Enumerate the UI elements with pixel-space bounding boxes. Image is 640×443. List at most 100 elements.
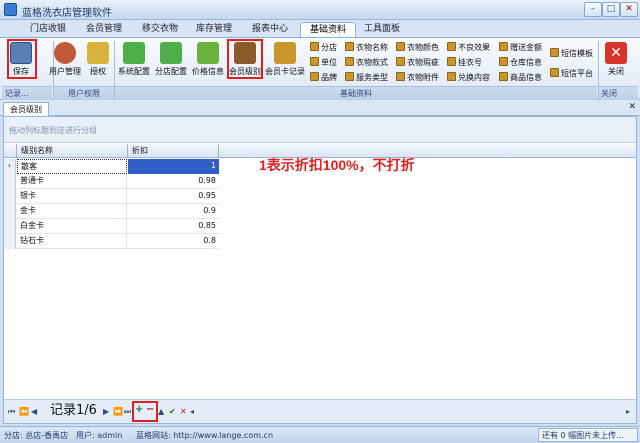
sms-icon <box>550 68 559 77</box>
table-row[interactable]: 白金卡 0.85 <box>4 219 219 234</box>
status-user: 用户: admin <box>76 431 123 440</box>
tab-member-level-doc[interactable]: 会员级别 <box>3 102 49 116</box>
close-window-button[interactable]: ✕ <box>620 2 638 17</box>
store-button[interactable]: 分店 <box>310 41 337 55</box>
sms-icon <box>550 48 559 57</box>
last-record-icon[interactable]: ⏭ <box>124 405 131 419</box>
group-by-panel[interactable]: 拖动列标题到这进行分组 <box>4 117 636 143</box>
level-name-cell[interactable]: 普通卡 <box>17 174 127 189</box>
exchange-icon <box>447 72 456 81</box>
unit-button[interactable]: 单位 <box>310 56 337 70</box>
discount-cell[interactable]: 0.85 <box>128 219 219 234</box>
tab-report-center[interactable]: 报表中心 <box>244 22 296 37</box>
tab-store-checkout[interactable]: 门店收银 <box>22 22 74 37</box>
discount-cell[interactable]: 1 <box>128 159 219 174</box>
product-info-button[interactable]: 商品信息 <box>499 71 542 85</box>
group-caption-basic-data: 基础资料 <box>115 86 597 100</box>
cancel-icon[interactable]: ✕ <box>180 405 187 419</box>
table-row[interactable]: 钻石卡 0.8 <box>4 234 219 249</box>
clothes-flaw-button[interactable]: 衣物瑕疵 <box>396 56 439 70</box>
system-config-button[interactable]: 系统配置 <box>117 40 151 84</box>
tab-inventory[interactable]: 库存管理 <box>188 22 240 37</box>
title-bar: 蓝格洗衣店管理软件 – □ ✕ <box>0 0 640 20</box>
gift-amount-button[interactable]: 赠送金额 <box>499 41 542 55</box>
color-icon <box>396 42 405 51</box>
row-indicator <box>4 219 16 234</box>
brand-button[interactable]: 品牌 <box>310 71 337 85</box>
level-name-cell[interactable]: 白金卡 <box>17 219 127 234</box>
tab-transfer-clothes[interactable]: 移交衣物 <box>134 22 186 37</box>
table-row[interactable]: 金卡 0.9 <box>4 204 219 219</box>
clothes-name-button[interactable]: 衣物名称 <box>345 41 388 55</box>
table-row[interactable]: › 散客 1 <box>4 159 219 174</box>
highlight-member-level <box>227 39 263 79</box>
flaw-icon <box>396 57 405 66</box>
warehouse-info-button[interactable]: 仓库信息 <box>499 56 542 70</box>
next-page-icon[interactable]: ⏩ <box>113 405 123 419</box>
discount-cell[interactable]: 0.9 <box>128 204 219 219</box>
effect-icon <box>447 42 456 51</box>
table-row[interactable]: 银卡 0.95 <box>4 189 219 204</box>
next-record-icon[interactable]: ▶ <box>103 405 109 419</box>
member-card-record-button[interactable]: 会员卡记录 <box>264 40 306 84</box>
level-name-cell[interactable]: 银卡 <box>17 189 127 204</box>
edit-record-icon[interactable]: ▲ <box>158 405 164 419</box>
blocks-icon <box>160 42 182 64</box>
gift-icon <box>499 42 508 51</box>
bad-effect-button[interactable]: 不良效果 <box>447 41 490 55</box>
clothes-style-button[interactable]: 衣物款式 <box>345 56 388 70</box>
menu-tab-bar: 门店收银 会员管理 移交衣物 库存管理 报表中心 基础资料 工具面板 <box>0 20 640 37</box>
clothes-color-button[interactable]: 衣物颜色 <box>396 41 439 55</box>
close-module-button[interactable]: ✕ 关闭 <box>603 40 629 84</box>
data-navigator: ⏮ ⏪ ◀ 记录1/6 ▶ ⏩ ⏭ + − ▲ ✔ ✕ ◂ ▸ <box>4 399 636 423</box>
level-name-cell[interactable]: 散客 <box>17 159 127 174</box>
exchange-content-button[interactable]: 兑换内容 <box>447 71 490 85</box>
price-info-button[interactable]: 价格信息 <box>191 40 225 84</box>
status-store: 分店: 总店-香禹店 <box>4 431 69 440</box>
row-indicator <box>4 204 16 219</box>
sms-template-button[interactable]: 短信模板 <box>550 47 593 61</box>
group-caption-close: 关闭 <box>599 86 638 100</box>
group-caption-user-rights: 用户权限 <box>54 86 114 100</box>
ribbon-toolbar: 保存 记录... 用户管理 授权 用户权限 系统配置 分店配置 价格信息 会员级… <box>0 37 640 100</box>
group-caption-record: 记录... <box>2 86 52 100</box>
discount-cell[interactable]: 0.8 <box>128 234 219 249</box>
tab-tool-panel[interactable]: 工具面板 <box>356 22 408 37</box>
key-icon <box>87 42 109 64</box>
document-tab-strip: 会员级别 ✕ <box>0 100 640 116</box>
close-tab-icon[interactable]: ✕ <box>628 102 636 112</box>
member-level-panel: 拖动列标题到这进行分组 级别名称 折扣 › 散客 1 普通卡 0.98 银卡 0… <box>3 116 637 424</box>
prev-page-icon[interactable]: ⏪ <box>19 405 29 419</box>
hanger-number-button[interactable]: 挂衣号 <box>447 56 482 70</box>
tab-basic-data[interactable]: 基础资料 <box>300 22 356 37</box>
prev-record-icon[interactable]: ◀ <box>31 405 37 419</box>
scroll-left-icon[interactable]: ◂ <box>190 405 194 419</box>
confirm-icon[interactable]: ✔ <box>169 405 176 419</box>
table-row[interactable]: 普通卡 0.98 <box>4 174 219 189</box>
level-name-cell[interactable]: 金卡 <box>17 204 127 219</box>
authorize-button[interactable]: 授权 <box>86 40 110 84</box>
maximize-button[interactable]: □ <box>602 2 620 17</box>
user-management-button[interactable]: 用户管理 <box>47 40 83 84</box>
store-icon <box>310 42 319 51</box>
column-header-level-name[interactable]: 级别名称 <box>17 144 128 158</box>
discount-cell[interactable]: 0.98 <box>128 174 219 189</box>
level-name-cell[interactable]: 钻石卡 <box>17 234 127 249</box>
service-type-button[interactable]: 服务类型 <box>345 71 388 85</box>
money-icon <box>197 42 219 64</box>
hanger-icon <box>447 57 456 66</box>
product-icon <box>499 72 508 81</box>
tab-member-management[interactable]: 会员管理 <box>78 22 130 37</box>
discount-cell[interactable]: 0.95 <box>128 189 219 204</box>
minimize-button[interactable]: – <box>584 2 602 17</box>
column-header-discount[interactable]: 折扣 <box>128 144 219 158</box>
clothes-icon <box>345 57 354 66</box>
close-icon: ✕ <box>605 42 627 64</box>
brand-icon <box>310 72 319 81</box>
store-config-button[interactable]: 分店配置 <box>154 40 188 84</box>
scroll-right-icon[interactable]: ▸ <box>626 405 630 419</box>
row-indicator-icon: › <box>4 159 16 174</box>
sms-platform-button[interactable]: 短信平台 <box>550 67 593 81</box>
clothes-accessory-button[interactable]: 衣物附件 <box>396 71 439 85</box>
first-record-icon[interactable]: ⏮ <box>8 405 15 419</box>
